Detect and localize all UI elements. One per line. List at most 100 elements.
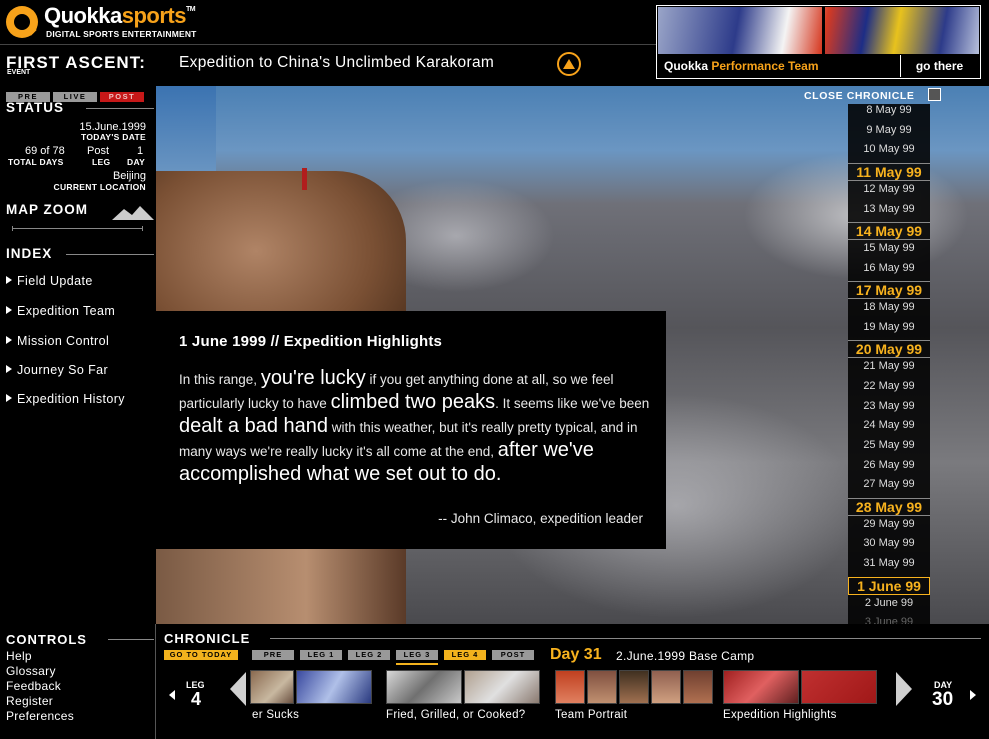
current-location: Beijing	[112, 170, 146, 182]
chronicle-timeline: 8 May 99 9 May 99 10 May 99 11 May 99 12 May…	[848, 104, 930, 668]
timeline-date-16[interactable]: 24 May 99	[848, 419, 930, 431]
total-days: 69 of 78	[25, 145, 65, 157]
day-stepper-value: 30	[932, 689, 954, 710]
sky	[156, 86, 216, 176]
timeline-date-13[interactable]: 21 May 99	[848, 360, 930, 372]
day-label: DAY	[127, 157, 146, 167]
timeline-date-14[interactable]: 22 May 99	[848, 380, 930, 392]
controls-register[interactable]: Register	[6, 694, 53, 708]
leg-tab-pre[interactable]: PRE	[252, 650, 294, 660]
current-location-label: CURRENT LOCATION	[53, 182, 146, 192]
index-item-journey-so-far[interactable]: Journey So Far	[6, 363, 156, 377]
go-there-button[interactable]: go there	[900, 55, 978, 77]
close-chronicle-label: CLOSE CHRONICLE	[804, 90, 915, 102]
close-chronicle-button[interactable]: CLOSE CHRONICLE	[804, 88, 944, 102]
timeline-date-22[interactable]: 30 May 99	[848, 537, 930, 549]
timeline-date-0[interactable]: 8 May 99	[848, 104, 930, 116]
mountain-icon	[557, 52, 581, 76]
timeline-date-11[interactable]: 19 May 99	[848, 321, 930, 333]
thumb-group-4[interactable]	[723, 670, 877, 704]
chronicle-day-subtitle: 2.June.1999 Base Camp	[616, 649, 755, 663]
expedition-highlight-box: 1 June 1999 // Expedition Highlights In …	[156, 311, 666, 549]
left-panel: PRE LIVE POST STATUS 15.June.1999 TODAY'S …	[0, 84, 156, 624]
brand-tagline: DIGITAL SPORTS ENTERTAINMENT	[46, 29, 197, 39]
timeline-date-19[interactable]: 27 May 99	[848, 478, 930, 490]
leg-tab-leg1[interactable]: LEG 1	[300, 650, 342, 660]
timeline-date-12[interactable]: 20 May 99	[848, 340, 930, 359]
go-to-today-button[interactable]: GO TO TODAY	[164, 650, 238, 660]
phase-tab-post[interactable]: POST	[100, 92, 144, 102]
timeline-date-5[interactable]: 13 May 99	[848, 203, 930, 215]
brand-name: QuokkasportsTM	[44, 3, 196, 28]
timeline-date-20[interactable]: 28 May 99	[848, 498, 930, 516]
chronicle-next-arrow-icon[interactable]	[896, 672, 912, 706]
thumb-caption-4[interactable]: Expedition Highlights	[723, 708, 837, 722]
timeline-date-3[interactable]: 11 May 99	[848, 163, 930, 182]
timeline-date-15[interactable]: 23 May 99	[848, 400, 930, 412]
todays-date-label: TODAY'S DATE	[81, 132, 146, 142]
timeline-date-21[interactable]: 29 May 99	[848, 518, 930, 530]
map-zoom-control[interactable]: MAP ZOOM	[6, 202, 154, 232]
controls-glossary[interactable]: Glossary	[6, 664, 56, 678]
controls-help[interactable]: Help	[6, 649, 32, 663]
bottom-bar: CONTROLS Help Glossary Feedback Register…	[0, 624, 989, 739]
highlight-quote: In this range, you're lucky if you get a…	[179, 367, 650, 485]
leg-value: Post	[87, 145, 110, 157]
leg-tab-leg4[interactable]: LEG 4	[444, 650, 486, 660]
thumb-caption-3[interactable]: Team Portrait	[555, 708, 627, 722]
map-zoom-heading: MAP ZOOM	[6, 202, 88, 217]
thumb-group-3[interactable]	[555, 670, 713, 704]
controls-preferences[interactable]: Preferences	[6, 709, 74, 723]
zoom-peaks-icon	[112, 206, 154, 220]
performance-team-promo[interactable]: Quokka Performance Team go there	[656, 5, 981, 79]
leg-tab-leg3[interactable]: LEG 3	[396, 650, 438, 660]
index-item-mission-control[interactable]: Mission Control	[6, 334, 156, 348]
timeline-date-6[interactable]: 14 May 99	[848, 222, 930, 241]
highlight-heading: 1 June 1999 // Expedition Highlights	[179, 333, 443, 350]
leg3-underline	[396, 663, 438, 665]
timeline-date-9[interactable]: 17 May 99	[848, 281, 930, 300]
rock-lower	[156, 541, 406, 624]
index-item-expedition-history[interactable]: Expedition History	[6, 392, 156, 406]
index-item-field-update[interactable]: Field Update	[6, 274, 156, 288]
chronicle-prev-arrow-icon[interactable]	[230, 672, 246, 706]
thumb-caption-2[interactable]: Fried, Grilled, or Cooked?	[386, 708, 536, 722]
timeline-date-10[interactable]: 18 May 99	[848, 301, 930, 313]
leg-stepper: LEG 4	[164, 674, 230, 726]
day-stepper: DAY 30	[922, 674, 988, 726]
timeline-date-8[interactable]: 16 May 99	[848, 262, 930, 274]
timeline-date-2[interactable]: 10 May 99	[848, 143, 930, 155]
highlight-byline: -- John Climaco, expedition leader	[438, 511, 643, 526]
controls-heading: CONTROLS	[6, 632, 87, 647]
leg-prev-arrow-icon[interactable]	[169, 690, 175, 700]
timeline-date-7[interactable]: 15 May 99	[848, 242, 930, 254]
timeline-date-23[interactable]: 31 May 99	[848, 557, 930, 569]
quokka-logo[interactable]: QuokkasportsTM DIGITAL SPORTS ENTERTAINM…	[6, 4, 266, 42]
day-next-arrow-icon[interactable]	[970, 690, 976, 700]
day-value: 1	[137, 145, 144, 157]
timeline-date-24[interactable]: 1 June 99	[848, 576, 930, 595]
close-box-icon	[928, 88, 941, 101]
timeline-date-4[interactable]: 12 May 99	[848, 183, 930, 195]
timeline-date-1[interactable]: 9 May 99	[848, 124, 930, 136]
leg-tab-leg2[interactable]: LEG 2	[348, 650, 390, 660]
index-heading: INDEX	[6, 246, 53, 261]
climber-figure	[302, 168, 307, 190]
timeline-date-25[interactable]: 2 June 99	[848, 597, 930, 609]
timeline-date-18[interactable]: 26 May 99	[848, 459, 930, 471]
thumb-group-1[interactable]	[250, 670, 372, 704]
thumb-caption-1[interactable]: er Sucks	[252, 708, 299, 722]
controls-feedback[interactable]: Feedback	[6, 679, 61, 693]
leg-stepper-value: 4	[191, 689, 202, 709]
chronicle-heading: CHRONICLE	[164, 631, 251, 646]
thumb-group-2[interactable]	[386, 670, 540, 704]
event-title-bar: FIRST ASCENT: EVENT Expedition to China'…	[0, 44, 656, 84]
leg-tab-post[interactable]: POST	[492, 650, 534, 660]
timeline-date-17[interactable]: 25 May 99	[848, 439, 930, 451]
total-days-label: TOTAL DAYS	[8, 157, 64, 167]
event-name: Expedition to China's Unclimbed Karakora…	[179, 54, 495, 71]
promo-text: Quokka Performance Team	[664, 59, 819, 73]
event-label: EVENT	[7, 69, 31, 76]
chronicle-day-title: Day 31	[550, 646, 602, 663]
index-item-expedition-team[interactable]: Expedition Team	[6, 304, 156, 318]
